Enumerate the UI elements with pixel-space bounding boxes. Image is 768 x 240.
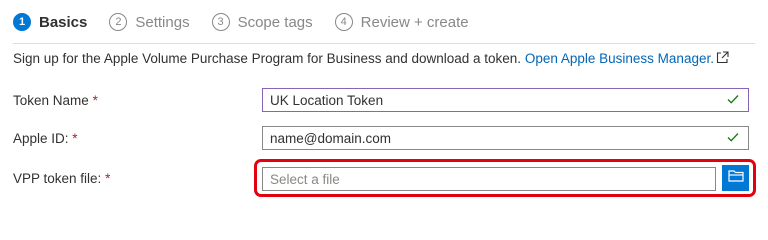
step-number: 1 — [13, 13, 31, 31]
label-text: Token Name — [13, 93, 89, 108]
external-link-icon — [716, 51, 729, 67]
step-label: Scope tags — [237, 13, 313, 31]
required-mark: * — [72, 131, 78, 146]
apple-business-manager-link[interactable]: Open Apple Business Manager. — [525, 51, 729, 66]
step-label: Settings — [135, 13, 190, 31]
highlight-box — [254, 159, 756, 197]
input-value: name@domain.com — [270, 130, 392, 146]
step-number: 2 — [109, 13, 128, 31]
step-label: Basics — [39, 13, 88, 31]
input-value: UK Location Token — [270, 92, 384, 108]
tab-scope-tags[interactable]: 3 Scope tags — [211, 13, 313, 31]
apple-id-label: Apple ID: * — [13, 131, 78, 146]
tab-review-create[interactable]: 4 Review + create — [334, 13, 469, 31]
token-name-input[interactable]: UK Location Token — [262, 88, 749, 112]
apple-id-input[interactable]: name@domain.com — [262, 126, 749, 150]
step-label: Review + create — [360, 13, 469, 31]
intro-text: Sign up for the Apple Volume Purchase Pr… — [13, 51, 729, 67]
step-number: 4 — [334, 13, 353, 31]
check-icon — [726, 130, 740, 147]
intro-description: Sign up for the Apple Volume Purchase Pr… — [13, 51, 522, 66]
required-mark: * — [105, 171, 111, 186]
divider — [13, 43, 755, 44]
tab-settings[interactable]: 2 Settings — [109, 13, 190, 31]
label-text: Apple ID: — [13, 131, 69, 146]
wizard-steps: 1 Basics 2 Settings 3 Scope tags 4 Revie… — [13, 9, 491, 35]
token-name-label: Token Name * — [13, 93, 98, 108]
label-text: VPP token file: — [13, 171, 102, 186]
step-number: 3 — [211, 13, 230, 31]
check-icon — [726, 92, 740, 109]
vpp-token-file-label: VPP token file: * — [13, 171, 110, 186]
tab-basics[interactable]: 1 Basics — [13, 13, 87, 31]
required-mark: * — [92, 93, 98, 108]
link-label: Open Apple Business Manager. — [524, 51, 714, 66]
